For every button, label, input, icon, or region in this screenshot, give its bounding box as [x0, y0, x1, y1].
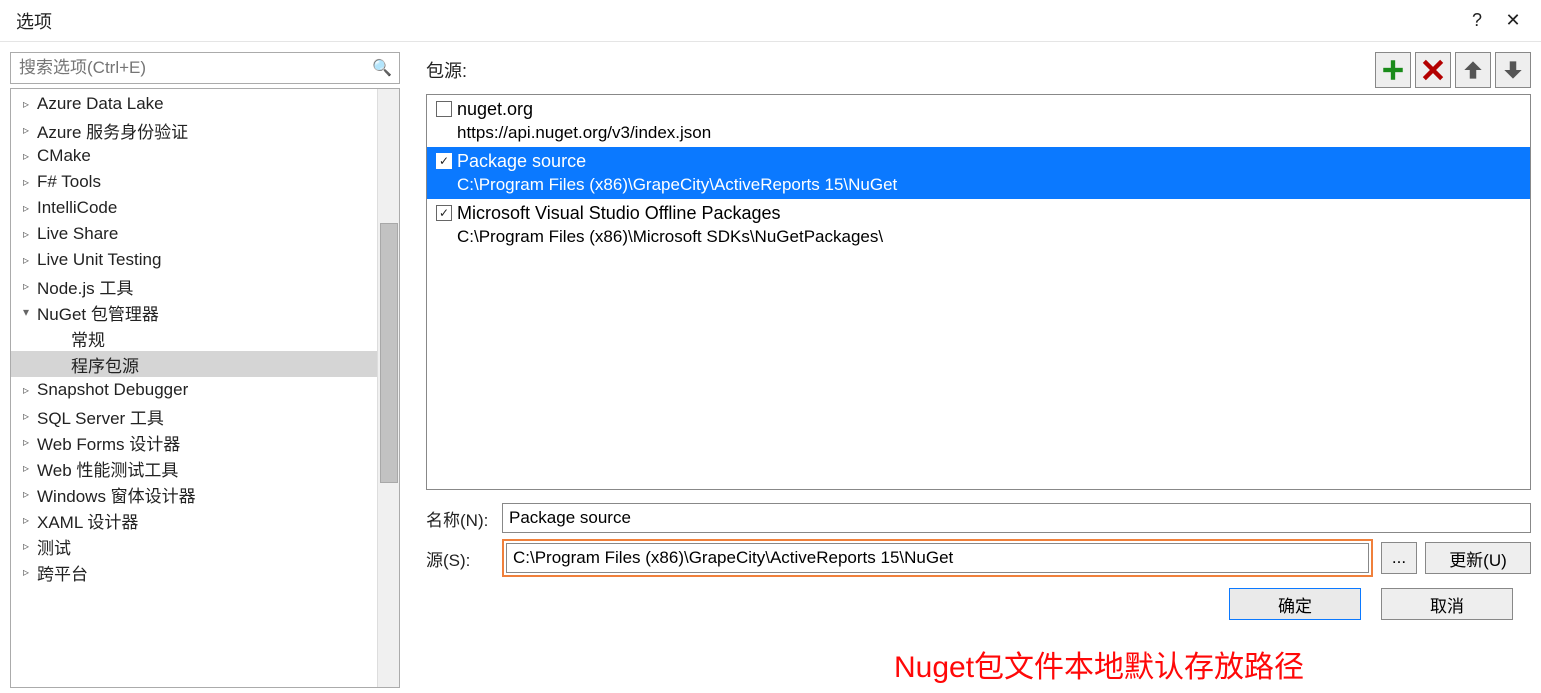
- cancel-button[interactable]: 取消: [1381, 588, 1513, 620]
- chevron-right-icon: [19, 253, 33, 267]
- source-checkbox[interactable]: ✓: [431, 149, 457, 197]
- source-path: https://api.nuget.org/v3/index.json: [457, 121, 1526, 145]
- tree-child-item[interactable]: 程序包源: [11, 351, 377, 377]
- name-field-label: 名称(N):: [426, 506, 502, 531]
- tree-group-item[interactable]: SQL Server 工具: [11, 403, 377, 429]
- move-up-button[interactable]: [1455, 52, 1491, 88]
- tree-item-label: Snapshot Debugger: [37, 380, 188, 400]
- chevron-right-icon: [19, 409, 33, 423]
- tree-item-label: Web Forms 设计器: [37, 430, 180, 455]
- tree-child-item[interactable]: 常规: [11, 325, 377, 351]
- tree-item-label: 常规: [71, 326, 105, 351]
- help-button[interactable]: ?: [1459, 0, 1495, 42]
- tree-item-label: 跨平台: [37, 560, 88, 585]
- tree-group-item[interactable]: NuGet 包管理器: [11, 299, 377, 325]
- tree-group-item[interactable]: Azure 服务身份验证: [11, 117, 377, 143]
- package-sources-label: 包源:: [426, 57, 467, 83]
- chevron-right-icon: [19, 149, 33, 163]
- chevron-right-icon: [19, 175, 33, 189]
- move-down-button[interactable]: [1495, 52, 1531, 88]
- close-button[interactable]: ✕: [1495, 0, 1531, 42]
- tree-group-item[interactable]: Snapshot Debugger: [11, 377, 377, 403]
- window-title: 选项: [16, 8, 52, 34]
- tree-group-item[interactable]: Web 性能测试工具: [11, 455, 377, 481]
- source-name: Microsoft Visual Studio Offline Packages: [457, 201, 1526, 225]
- chevron-right-icon: [19, 513, 33, 527]
- tree-item-label: 测试: [37, 534, 71, 559]
- tree-item-label: IntelliCode: [37, 198, 117, 218]
- tree-item-label: Live Share: [37, 224, 118, 244]
- chevron-right-icon: [19, 435, 33, 449]
- options-tree[interactable]: Azure Data Lake Azure 服务身份验证 CMake F# Tools…: [10, 88, 400, 688]
- check-icon: ✓: [436, 153, 452, 169]
- add-source-button[interactable]: [1375, 52, 1411, 88]
- tree-scrollbar[interactable]: [377, 89, 399, 687]
- tree-item-label: Windows 窗体设计器: [37, 482, 196, 507]
- chevron-down-icon: [19, 305, 33, 319]
- source-field-highlight: [502, 539, 1373, 577]
- source-path: C:\Program Files (x86)\Microsoft SDKs\Nu…: [457, 225, 1526, 249]
- tree-group-item[interactable]: CMake: [11, 143, 377, 169]
- package-source-list[interactable]: nuget.orghttps://api.nuget.org/v3/index.…: [426, 94, 1531, 490]
- tree-item-label: Node.js 工具: [37, 274, 133, 299]
- tree-item-label: Live Unit Testing: [37, 250, 161, 270]
- tree-group-item[interactable]: F# Tools: [11, 169, 377, 195]
- tree-group-item[interactable]: Live Unit Testing: [11, 247, 377, 273]
- tree-group-item[interactable]: Node.js 工具: [11, 273, 377, 299]
- source-item[interactable]: ✓ Microsoft Visual Studio Offline Package…: [427, 199, 1530, 251]
- scroll-thumb[interactable]: [380, 223, 398, 483]
- chevron-right-icon: [19, 227, 33, 241]
- source-item[interactable]: nuget.orghttps://api.nuget.org/v3/index.…: [427, 95, 1530, 147]
- browse-button[interactable]: ...: [1381, 542, 1417, 574]
- annotation-text: Nuget包文件本地默认存放路径: [894, 642, 1304, 686]
- chevron-right-icon: [19, 565, 33, 579]
- chevron-right-icon: [19, 461, 33, 475]
- tree-group-item[interactable]: Web Forms 设计器: [11, 429, 377, 455]
- tree-group-item[interactable]: Live Share: [11, 221, 377, 247]
- update-button[interactable]: 更新(U): [1425, 542, 1531, 574]
- tree-item-label: F# Tools: [37, 172, 101, 192]
- chevron-right-icon: [19, 201, 33, 215]
- chevron-right-icon: [19, 383, 33, 397]
- arrow-up-icon: [1460, 57, 1486, 83]
- source-name: nuget.org: [457, 97, 1526, 121]
- remove-source-button[interactable]: [1415, 52, 1451, 88]
- tree-item-label: CMake: [37, 146, 91, 166]
- plus-icon: [1380, 57, 1406, 83]
- titlebar: 选项 ? ✕: [0, 0, 1541, 42]
- tree-group-item[interactable]: 跨平台: [11, 559, 377, 585]
- tree-group-item[interactable]: XAML 设计器: [11, 507, 377, 533]
- tree-item-label: Azure Data Lake: [37, 94, 164, 114]
- name-field[interactable]: [502, 503, 1531, 533]
- tree-group-item[interactable]: Azure Data Lake: [11, 91, 377, 117]
- source-field[interactable]: [506, 543, 1369, 573]
- chevron-right-icon: [19, 97, 33, 111]
- source-checkbox[interactable]: ✓: [431, 201, 457, 249]
- source-item[interactable]: ✓ Package sourceC:\Program Files (x86)\Gr…: [427, 147, 1530, 199]
- source-path: C:\Program Files (x86)\GrapeCity\ActiveR…: [457, 173, 1526, 197]
- chevron-right-icon: [19, 487, 33, 501]
- source-name: Package source: [457, 149, 1526, 173]
- tree-group-item[interactable]: 测试: [11, 533, 377, 559]
- tree-group-item[interactable]: IntelliCode: [11, 195, 377, 221]
- arrow-down-icon: [1500, 57, 1526, 83]
- tree-group-item[interactable]: Windows 窗体设计器: [11, 481, 377, 507]
- tree-item-label: XAML 设计器: [37, 508, 138, 533]
- unchecked-box-icon: [436, 101, 452, 117]
- ok-button[interactable]: 确定: [1229, 588, 1361, 620]
- source-checkbox[interactable]: [431, 97, 457, 145]
- chevron-right-icon: [19, 279, 33, 293]
- chevron-right-icon: [19, 123, 33, 137]
- chevron-right-icon: [19, 539, 33, 553]
- tree-item-label: NuGet 包管理器: [37, 300, 159, 325]
- tree-item-label: 程序包源: [71, 352, 139, 377]
- cross-icon: [1420, 57, 1446, 83]
- search-input[interactable]: [10, 52, 400, 84]
- tree-item-label: Web 性能测试工具: [37, 456, 178, 481]
- tree-item-label: Azure 服务身份验证: [37, 118, 188, 143]
- check-icon: ✓: [436, 205, 452, 221]
- source-field-label: 源(S):: [426, 546, 502, 571]
- tree-item-label: SQL Server 工具: [37, 404, 164, 429]
- options-tree-panel: 🔍 Azure Data LakeAzure 服务身份验证CMakeF# Too…: [10, 52, 400, 688]
